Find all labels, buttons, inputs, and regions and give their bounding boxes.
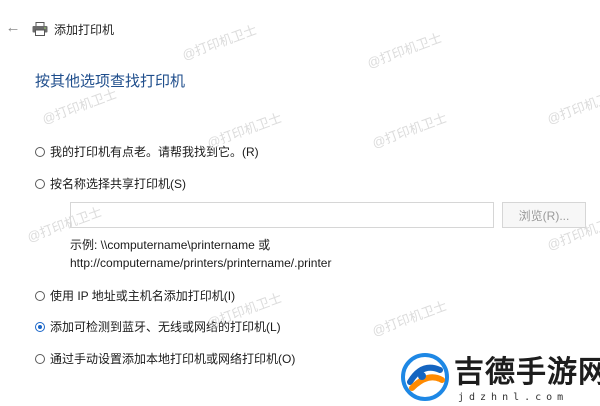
option-label: 我的打印机有点老。请帮我找到它。(R) — [50, 145, 259, 159]
option-label: 添加可检测到蓝牙、无线或网络的打印机(L) — [50, 320, 281, 334]
option-label: 通过手动设置添加本地打印机或网络打印机(O) — [50, 352, 296, 366]
logo-swirl-icon — [401, 353, 449, 401]
watermark: @打印机卫士 — [370, 298, 449, 339]
back-arrow-icon[interactable]: ← — [4, 20, 22, 36]
radio-shared-printer[interactable] — [35, 179, 45, 189]
radio-ip-address[interactable] — [35, 291, 45, 301]
page-heading: 按其他选项查找打印机 — [35, 73, 186, 90]
site-logo: 吉德手游网 jdzhnl.com — [400, 352, 600, 406]
shared-printer-path-input[interactable] — [70, 202, 494, 228]
logo-text: 吉德手游网 — [454, 356, 600, 389]
option-ip-address[interactable]: 使用 IP 地址或主机名添加打印机(I) — [35, 287, 235, 305]
option-local-manual[interactable]: 通过手动设置添加本地打印机或网络打印机(O) — [35, 350, 295, 368]
browse-button[interactable]: 浏览(R)... — [502, 202, 586, 228]
option-shared-printer[interactable]: 按名称选择共享打印机(S) — [35, 175, 186, 193]
option-label: 使用 IP 地址或主机名添加打印机(I) — [50, 289, 236, 303]
option-label: 按名称选择共享打印机(S) — [50, 177, 186, 191]
example-line-2: http://computername/printers/printername… — [70, 256, 332, 270]
logo-domain: jdzhnl.com — [458, 392, 569, 403]
example-line-1: 示例: \\computername\printername 或 — [70, 238, 271, 252]
radio-old-printer[interactable] — [35, 147, 45, 157]
printer-icon — [32, 22, 48, 36]
option-wireless-network[interactable]: 添加可检测到蓝牙、无线或网络的打印机(L) — [35, 318, 281, 336]
option-old-printer[interactable]: 我的打印机有点老。请帮我找到它。(R) — [35, 143, 259, 161]
radio-local-manual[interactable] — [35, 354, 45, 364]
watermark: @打印机卫士 — [370, 110, 449, 151]
title-bar: ← 添加打印机 — [0, 0, 600, 52]
radio-wireless-network[interactable] — [35, 322, 45, 332]
watermark: @打印机卫士 — [545, 86, 600, 127]
window-title: 添加打印机 — [54, 23, 115, 37]
